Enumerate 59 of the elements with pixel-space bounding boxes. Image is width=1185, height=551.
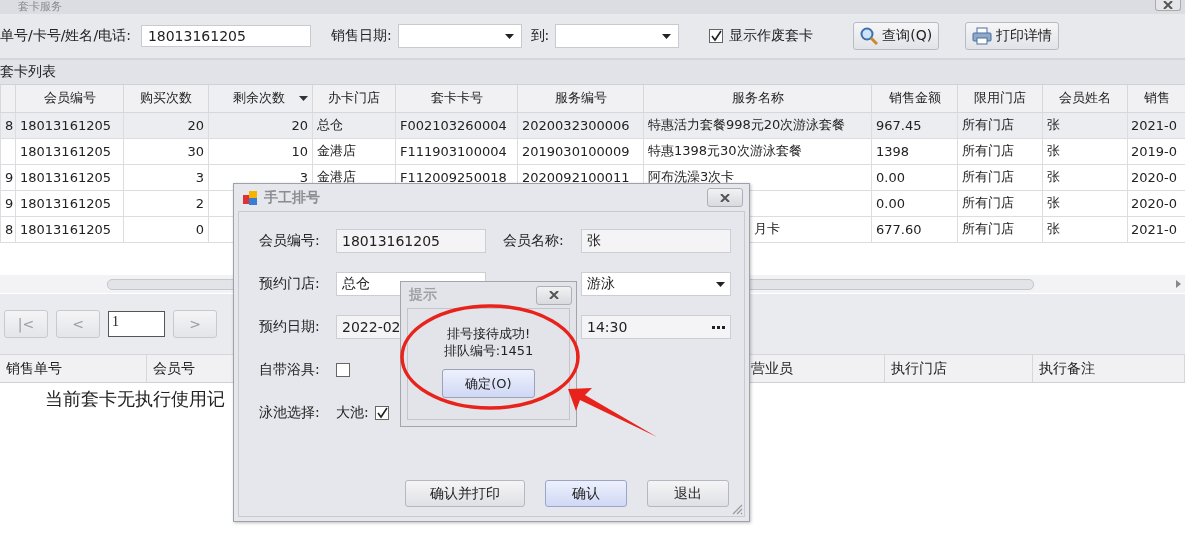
table-cell: 所有门店: [957, 138, 1043, 164]
message-text: 排号接待成功!: [446, 325, 531, 342]
date-label: 销售日期:: [330, 27, 392, 45]
table-cell: 9: [0, 190, 16, 216]
empty-message: 当前套卡无执行使用记: [45, 387, 225, 411]
table-cell: 967.45: [871, 112, 958, 138]
table-cell: 0.00: [871, 190, 958, 216]
table-cell: 18013161205: [15, 216, 124, 242]
table-cell: 18013161205: [15, 138, 124, 164]
field-label: 会员编号:: [259, 232, 321, 250]
table-cell: 特惠1398元30次游泳套餐: [643, 138, 872, 164]
table-cell: 金港店: [312, 138, 396, 164]
table-cell: 9: [0, 164, 16, 190]
table-cell: 2019030100009: [517, 138, 644, 164]
table-cell: 677.60: [871, 216, 958, 242]
table-cell: 10: [208, 138, 313, 164]
table-cell: 张: [1042, 216, 1128, 242]
table-cell: F002103260004: [395, 112, 518, 138]
to-label: 到:: [530, 27, 550, 45]
table-cell: 所有门店: [957, 216, 1043, 242]
table-cell: 张: [1042, 138, 1128, 164]
table-cell: 所有门店: [957, 190, 1043, 216]
table-cell: 1398: [871, 138, 958, 164]
table-cell: 特惠活力套餐998元20次游泳套餐: [643, 112, 872, 138]
section-title: 套卡列表: [0, 63, 56, 81]
window-title: 套卡服务: [17, 0, 62, 13]
time-value: 14:30: [587, 319, 628, 335]
option-label: 大池:: [336, 404, 369, 422]
table-cell: 所有门店: [957, 164, 1043, 190]
table-cell: 8: [0, 216, 16, 242]
table-cell: 所有门店: [957, 112, 1043, 138]
dialog-title: 提示: [409, 286, 437, 304]
field-label: 预约门店:: [259, 275, 321, 293]
field-label: 自带浴具:: [259, 361, 321, 379]
search-label: 单号/卡号/姓名/电话:: [0, 27, 131, 45]
table-cell: 8: [0, 112, 16, 138]
table-cell: 张: [1042, 164, 1128, 190]
field-label: 预约日期:: [259, 318, 321, 336]
table-cell: 2: [123, 190, 209, 216]
table-cell: 0: [123, 216, 209, 242]
table-cell: 18013161205: [15, 112, 124, 138]
table-cell: 30: [123, 138, 209, 164]
dialog-title: 手工排号: [264, 188, 320, 207]
field-label: 会员名称:: [503, 232, 565, 250]
dropdown-value: 游泳: [587, 275, 615, 293]
table-cell: 张: [1042, 112, 1128, 138]
table-cell: 2020032300006: [517, 112, 644, 138]
table-cell: 18013161205: [15, 190, 124, 216]
table-cell: 20: [208, 112, 313, 138]
table-cell: F111903100004: [395, 138, 518, 164]
table-cell: 20: [123, 112, 209, 138]
show-void-label: 显示作废套卡: [729, 27, 814, 45]
table-cell: 18013161205: [15, 164, 124, 190]
table-cell: 总仓: [312, 112, 396, 138]
table-cell: 0.00: [871, 164, 958, 190]
field-label: 泳池选择:: [259, 404, 321, 422]
message-text: 排队编号:1451: [443, 342, 534, 359]
table-cell: 张: [1042, 190, 1128, 216]
table-cell: 3: [123, 164, 209, 190]
